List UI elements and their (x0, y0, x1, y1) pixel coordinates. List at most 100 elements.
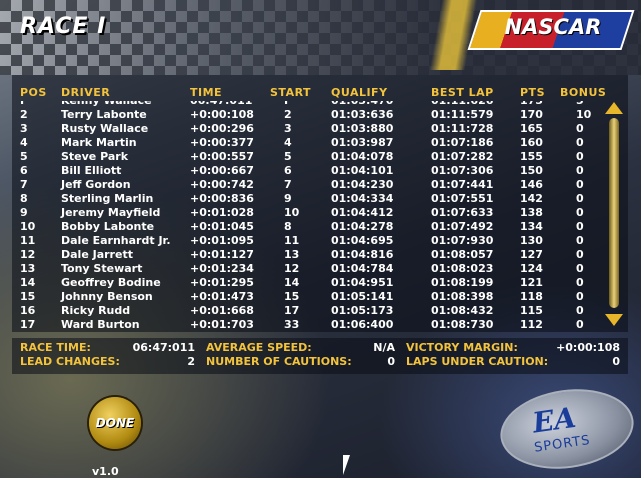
table-row[interactable]: 9 Jeremy Mayfield +0:01:028 10 01:04:412 01:0… (0, 206, 641, 220)
row-time-cell: +0:00:836 (190, 192, 254, 205)
table-row[interactable]: 16 Ricky Rudd +0:01:668 17 01:05:173 01:08:43… (0, 304, 641, 318)
col-driver-header[interactable]: DRIVER (61, 86, 110, 99)
row-time-cell: +0:00:557 (190, 150, 254, 163)
col-start-header[interactable]: START (270, 86, 311, 99)
done-button[interactable]: DONE (89, 397, 141, 449)
results-table[interactable]: I Kenny Wallace 06:47:011 I 01:03:470 01:11:6… (0, 101, 641, 331)
row-start-cell: I (284, 101, 288, 108)
row-bestlap-cell: 01:08:730 (431, 318, 494, 331)
row-bonus-cell: 0 (576, 234, 584, 247)
table-row[interactable]: I Kenny Wallace 06:47:011 I 01:03:470 01:11:6… (0, 101, 641, 108)
avg-speed-label: AVERAGE SPEED: (206, 341, 312, 354)
mouse-cursor-icon (343, 455, 350, 475)
row-start-cell: 5 (284, 150, 292, 163)
race-title: RACE I (20, 14, 107, 39)
row-qualify-cell: 01:03:470 (331, 101, 393, 108)
row-driver-cell: Dale Earnhardt Jr. (61, 234, 171, 247)
col-pos-header[interactable]: POS (20, 86, 47, 99)
table-row[interactable]: 8 Sterling Marlin +0:00:836 9 01:04:334 01:07… (0, 192, 641, 206)
ea-logo-text: EA (530, 400, 578, 440)
row-qualify-cell: 01:04:230 (331, 178, 394, 191)
row-bonus-cell: 10 (576, 108, 592, 121)
row-qualify-cell: 01:04:101 (331, 164, 394, 177)
table-row[interactable]: 12 Dale Jarrett +0:01:127 13 01:04:816 01:08:… (0, 248, 641, 262)
row-start-cell: 13 (284, 248, 300, 261)
row-qualify-cell: 01:04:078 (331, 150, 394, 163)
row-driver-cell: Bobby Labonte (61, 220, 155, 233)
table-row[interactable]: 13 Tony Stewart +0:01:234 12 01:04:784 01:08:… (0, 262, 641, 276)
avg-speed-value: N/A (373, 341, 395, 354)
row-bonus-cell: 0 (576, 122, 584, 135)
row-pos-cell: 8 (20, 192, 28, 205)
row-time-cell: +0:01:473 (190, 290, 254, 303)
row-bestlap-cell: 01:08:199 (431, 276, 494, 289)
col-bestlap-header[interactable]: BEST LAP (431, 86, 494, 99)
version-label: v1.0 (92, 465, 119, 478)
row-time-cell: +0:00:742 (190, 178, 254, 191)
row-start-cell: 17 (284, 304, 300, 317)
row-qualify-cell: 01:04:278 (331, 220, 394, 233)
row-start-cell: 6 (284, 164, 292, 177)
row-pts-cell: 118 (520, 290, 543, 303)
row-pos-cell: 2 (20, 108, 28, 121)
row-pts-cell: 155 (520, 150, 543, 163)
row-bonus-cell: 0 (576, 248, 584, 261)
row-pos-cell: 15 (20, 290, 36, 303)
results-scrollbar[interactable] (603, 100, 625, 328)
row-driver-cell: Rusty Wallace (61, 122, 149, 135)
row-driver-cell: Johnny Benson (61, 290, 153, 303)
table-row[interactable]: 7 Jeff Gordon +0:00:742 7 01:04:230 01:07:441… (0, 178, 641, 192)
row-time-cell: +0:00:108 (190, 108, 254, 121)
laps-caution-label: LAPS UNDER CAUTION: (406, 355, 549, 368)
col-pts-header[interactable]: PTS (520, 86, 545, 99)
col-bonus-header[interactable]: BONUS (560, 86, 606, 99)
row-start-cell: 11 (284, 234, 300, 247)
row-qualify-cell: 01:04:412 (331, 206, 394, 219)
row-bestlap-cell: 01:08:057 (431, 248, 494, 261)
table-row[interactable]: 3 Rusty Wallace +0:00:296 3 01:03:880 01:11:7… (0, 122, 641, 136)
row-bonus-cell: 5 (576, 101, 584, 108)
table-row[interactable]: 15 Johnny Benson +0:01:473 15 01:05:141 01:08… (0, 290, 641, 304)
row-driver-cell: Jeremy Mayfield (61, 206, 161, 219)
row-bestlap-cell: 01:07:492 (431, 220, 494, 233)
row-bonus-cell: 0 (576, 304, 584, 317)
row-pts-cell: 115 (520, 304, 543, 317)
row-driver-cell: Sterling Marlin (61, 192, 154, 205)
row-bonus-cell: 0 (576, 164, 584, 177)
table-row[interactable]: 11 Dale Earnhardt Jr. +0:01:095 11 01:04:695… (0, 234, 641, 248)
table-row[interactable]: 2 Terry Labonte +0:00:108 2 01:03:636 01:11:5… (0, 108, 641, 122)
table-row[interactable]: 17 Ward Burton +0:01:703 33 01:06:400 01:08:7… (0, 318, 641, 331)
table-row[interactable]: 10 Bobby Labonte +0:01:045 8 01:04:278 01:07:… (0, 220, 641, 234)
row-pts-cell: 170 (520, 108, 543, 121)
row-driver-cell: Tony Stewart (61, 262, 143, 275)
row-time-cell: +0:01:668 (190, 304, 254, 317)
row-qualify-cell: 01:03:987 (331, 136, 394, 149)
row-pos-cell: 6 (20, 164, 28, 177)
table-row[interactable]: 5 Steve Park +0:00:557 5 01:04:078 01:07:282 1… (0, 150, 641, 164)
row-pts-cell: 165 (520, 122, 543, 135)
row-qualify-cell: 01:06:400 (331, 318, 394, 331)
row-bestlap-cell: 01:07:282 (431, 150, 494, 163)
row-qualify-cell: 01:05:173 (331, 304, 394, 317)
row-pos-cell: 5 (20, 150, 28, 163)
table-row[interactable]: 6 Bill Elliott +0:00:667 6 01:04:101 01:07:30… (0, 164, 641, 178)
table-row[interactable]: 4 Mark Martin +0:00:377 4 01:03:987 01:07:186… (0, 136, 641, 150)
row-time-cell: +0:01:295 (190, 276, 254, 289)
row-pts-cell: 150 (520, 164, 543, 177)
row-start-cell: 8 (284, 220, 292, 233)
scroll-thumb[interactable] (609, 118, 619, 308)
row-time-cell: +0:01:127 (190, 248, 254, 261)
row-qualify-cell: 01:04:334 (331, 192, 394, 205)
row-qualify-cell: 01:04:784 (331, 262, 394, 275)
row-pts-cell: 121 (520, 276, 543, 289)
row-qualify-cell: 01:04:816 (331, 248, 394, 261)
col-time-header[interactable]: TIME (190, 86, 222, 99)
scroll-up-arrow-icon[interactable] (605, 102, 623, 114)
row-driver-cell: Jeff Gordon (61, 178, 131, 191)
row-pos-cell: 10 (20, 220, 36, 233)
col-qualify-header[interactable]: QUALIFY (331, 86, 388, 99)
row-time-cell: +0:00:377 (190, 136, 254, 149)
row-bestlap-cell: 01:07:306 (431, 164, 494, 177)
scroll-down-arrow-icon[interactable] (605, 314, 623, 326)
table-row[interactable]: 14 Geoffrey Bodine +0:01:295 14 01:04:951 01:… (0, 276, 641, 290)
